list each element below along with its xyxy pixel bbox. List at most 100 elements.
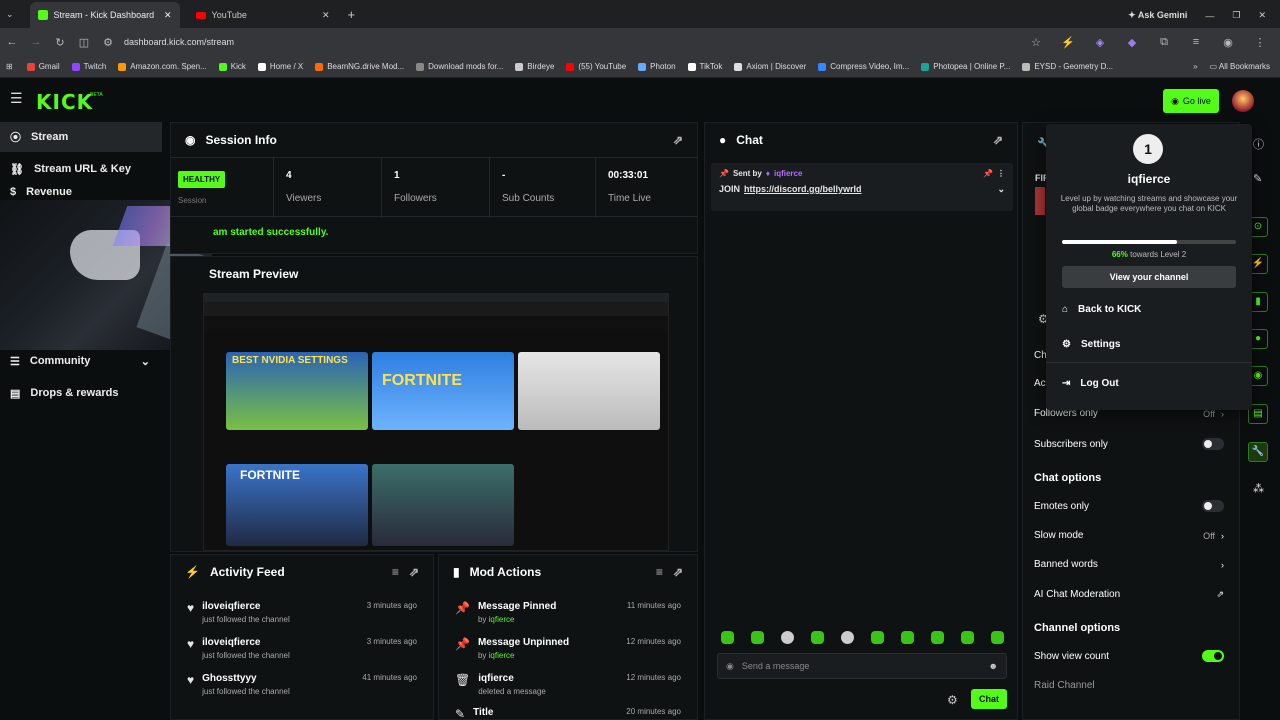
bookmark-item[interactable]: (55) YouTube	[566, 62, 626, 71]
menu-dots-icon[interactable]: ⋮	[997, 169, 1005, 178]
emote-icon[interactable]	[961, 631, 974, 644]
sidebar-item-drops-rewards[interactable]: ▤ Drops & rewards	[0, 378, 162, 408]
subscribers-only-toggle[interactable]	[1202, 438, 1224, 450]
bookmark-item[interactable]: Kick	[218, 62, 246, 71]
split-view-icon[interactable]: ◫	[72, 36, 96, 49]
setting-slow-mode[interactable]: Slow mode Off ›	[1034, 530, 1224, 541]
setting-ai-chat-moderation[interactable]: AI Chat Moderation ⇗	[1034, 589, 1224, 600]
send-chat-button[interactable]: Chat	[971, 689, 1007, 709]
minimize-icon[interactable]: —	[1205, 11, 1214, 21]
bookmark-star-icon[interactable]: ☆	[1024, 36, 1048, 49]
tab-youtube[interactable]: YouTube ✕	[188, 2, 338, 28]
filter-icon[interactable]: ≡	[656, 565, 663, 579]
new-tab-icon[interactable]: +	[348, 7, 356, 22]
rail-apps-icon[interactable]: ⁂	[1253, 482, 1264, 495]
chat-settings-gear-icon[interactable]: ⚙	[947, 693, 958, 707]
mod-action-user[interactable]: iqfierce	[489, 651, 515, 660]
avatar[interactable]	[1232, 90, 1254, 112]
video-thumbnail[interactable]	[518, 352, 660, 430]
show-view-count-toggle[interactable]	[1202, 650, 1224, 662]
rail-wrench-icon[interactable]: 🔧	[1248, 442, 1268, 462]
emoji-icon[interactable]: ☻	[989, 661, 998, 671]
emotes-only-toggle[interactable]	[1202, 500, 1224, 512]
filter-icon[interactable]: ≡	[392, 565, 399, 579]
emote-icon[interactable]	[871, 631, 884, 644]
chevron-down-icon[interactable]: ⌄	[997, 184, 1005, 195]
video-thumbnail[interactable]: BEST NVIDIA SETTINGS	[226, 352, 368, 430]
bookmark-item[interactable]: Axiom | Discover	[734, 62, 806, 71]
sidebar-item-community[interactable]: ☰ Community ⌄	[0, 346, 162, 376]
ask-gemini-button[interactable]: ✦ Ask Gemini	[1128, 10, 1187, 21]
popout-icon[interactable]: ⇗	[993, 133, 1003, 147]
bookmark-item[interactable]: Birdeye	[515, 62, 554, 71]
close-icon[interactable]: ✕	[164, 10, 172, 21]
unpin-icon[interactable]: 📌	[983, 169, 993, 178]
extension-icon[interactable]: ⚡	[1056, 36, 1080, 49]
apps-grid-icon[interactable]: ⊞	[6, 62, 13, 71]
hamburger-menu-icon[interactable]: ☰	[10, 90, 23, 107]
address-bar[interactable]: dashboard.kick.com/stream	[124, 37, 234, 47]
feed-username[interactable]: iloveiqfierce	[202, 637, 290, 648]
sidebar-item-stream[interactable]: ⦿ Stream	[0, 122, 162, 152]
tab-list-icon[interactable]: ⌄	[6, 9, 14, 20]
bookmark-item[interactable]: EYSD - Geometry D...	[1022, 62, 1113, 71]
media-icon[interactable]: ≡	[1184, 36, 1208, 49]
popout-icon[interactable]: ⇗	[409, 565, 419, 579]
emote-icon[interactable]	[721, 631, 734, 644]
extension-icon[interactable]: ◆	[1120, 36, 1144, 49]
profile-icon[interactable]: ◉	[1216, 36, 1240, 49]
video-thumbnail[interactable]	[372, 464, 514, 546]
feed-username[interactable]: Ghossttyyy	[202, 673, 290, 684]
stream-preview-video[interactable]: BEST NVIDIA SETTINGS FORTNITE FORTNITE	[203, 293, 669, 551]
maximize-icon[interactable]: ❐	[1232, 10, 1240, 21]
edit-icon[interactable]: ✎	[1253, 172, 1262, 185]
bookmark-item[interactable]: Gmail	[26, 62, 60, 71]
info-icon[interactable]: ⓘ	[1253, 136, 1264, 152]
view-channel-button[interactable]: View your channel	[1062, 266, 1236, 288]
bookmark-item[interactable]: Compress Video, Im...	[818, 62, 909, 71]
bookmark-item[interactable]: Twitch	[71, 62, 106, 71]
emote-icon[interactable]	[841, 631, 854, 644]
chat-input[interactable]: ◉ Send a message ☻	[717, 653, 1007, 679]
popout-icon[interactable]: ⇗	[673, 133, 683, 147]
kick-logo[interactable]: KICK	[36, 90, 93, 114]
menu-item-settings[interactable]: ⚙ Settings	[1062, 339, 1120, 350]
go-live-button[interactable]: ◉ Go live	[1163, 89, 1219, 113]
bookmark-item[interactable]: Amazon.com. Spen...	[118, 62, 207, 71]
mod-action-name[interactable]: iqfierce	[478, 673, 546, 684]
pinned-link[interactable]: https://discord.gg/bellywrld	[744, 184, 862, 195]
close-icon[interactable]: ✕	[322, 10, 330, 21]
extensions-puzzle-icon[interactable]: ⧉	[1152, 36, 1176, 49]
sidebar-item-revenue[interactable]: $ Revenue	[0, 184, 162, 200]
pinned-user[interactable]: iqfierce	[774, 169, 802, 178]
setting-raid-channel[interactable]: Raid Channel	[1034, 680, 1224, 691]
bookmark-item[interactable]: BeamNG.drive Mod...	[315, 62, 404, 71]
emote-icon[interactable]	[781, 631, 794, 644]
sidebar-item-stream-url-key[interactable]: ⛓ Stream URL & Key	[0, 154, 162, 184]
bookmark-item[interactable]: Download mods for...	[416, 62, 503, 71]
bookmark-item[interactable]: TikTok	[687, 62, 722, 71]
chevron-right-icon[interactable]: »	[1193, 62, 1197, 71]
pinned-message[interactable]: 📌 Sent by ♦ iqfierce 📌 ⋮ JOIN https://discord.…	[711, 163, 1013, 211]
close-window-icon[interactable]: ✕	[1258, 10, 1266, 21]
menu-dots-icon[interactable]: ⋮	[1248, 36, 1272, 49]
bookmark-item[interactable]: Photopea | Online P...	[921, 62, 1010, 71]
all-bookmarks-button[interactable]: ▭ All Bookmarks	[1210, 62, 1270, 71]
emote-icon[interactable]	[751, 631, 764, 644]
emote-icon[interactable]	[931, 631, 944, 644]
site-info-icon[interactable]: ⚙	[96, 36, 120, 49]
menu-item-log-out[interactable]: ⇥ Log Out	[1062, 378, 1119, 389]
video-thumbnail[interactable]: FORTNITE	[226, 464, 368, 546]
bookmark-item[interactable]: Photon	[638, 62, 676, 71]
emote-icon[interactable]	[811, 631, 824, 644]
extension-icon[interactable]: ◈	[1088, 36, 1112, 49]
feed-username[interactable]: iloveiqfierce	[202, 601, 290, 612]
forward-icon[interactable]: →	[24, 36, 48, 48]
setting-banned-words[interactable]: Banned words ›	[1034, 559, 1224, 570]
emote-icon[interactable]	[991, 631, 1004, 644]
back-icon[interactable]: ←	[0, 36, 24, 48]
popout-icon[interactable]: ⇗	[673, 565, 683, 579]
mod-action-user[interactable]: iqfierce	[489, 615, 515, 624]
video-thumbnail[interactable]: FORTNITE	[372, 352, 514, 430]
tab-kick-dashboard[interactable]: Stream - Kick Dashboard ✕	[29, 2, 180, 28]
